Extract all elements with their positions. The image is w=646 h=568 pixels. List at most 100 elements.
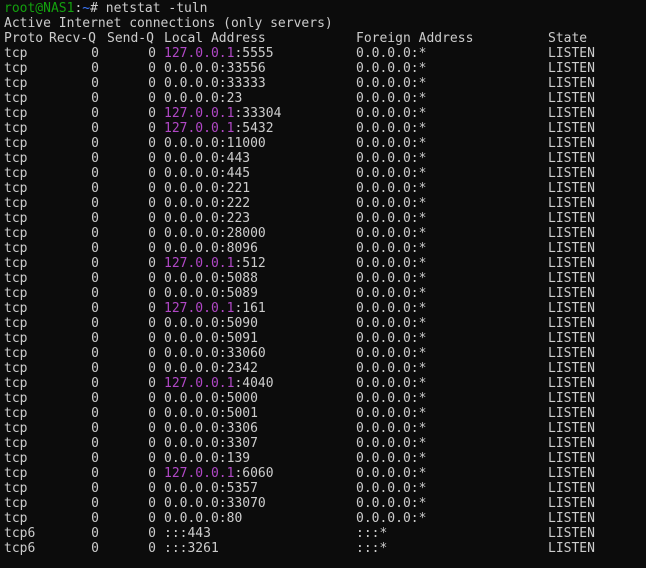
row-local-port: :443 xyxy=(218,151,251,166)
row-proto: tcp xyxy=(4,196,28,211)
row-state: LISTEN xyxy=(548,361,595,376)
row-foreign-address: 0.0.0.0:* xyxy=(356,256,427,271)
connection-row: tcp 0 0 127.0.0.1:512 0.0.0.0:* LISTEN xyxy=(0,256,646,271)
row-local-address: 0.0.0.0:33070 xyxy=(164,496,266,511)
row-state: LISTEN xyxy=(548,181,595,196)
row-recvq: 0 xyxy=(91,226,99,241)
row-local-port: :222 xyxy=(218,196,251,211)
row-state: LISTEN xyxy=(548,451,595,466)
row-local-address: 0.0.0.0:11000 xyxy=(164,136,266,151)
row-foreign-address: 0.0.0.0:* xyxy=(356,76,427,91)
row-state: LISTEN xyxy=(548,346,595,361)
row-local-ip: 0.0.0.0 xyxy=(164,331,219,346)
row-local-port: :5357 xyxy=(218,481,258,496)
row-proto: tcp xyxy=(4,256,28,271)
row-sendq: 0 xyxy=(148,316,156,331)
row-local-ip: 127.0.0.1 xyxy=(164,256,235,271)
row-proto: tcp xyxy=(4,61,28,76)
col-state: State xyxy=(548,31,588,46)
row-proto: tcp xyxy=(4,511,28,526)
row-state: LISTEN xyxy=(548,226,595,241)
connection-row: tcp 0 0 0.0.0.0:5001 0.0.0.0:* LISTEN xyxy=(0,406,646,421)
row-foreign-address: 0.0.0.0:* xyxy=(356,226,427,241)
row-state: LISTEN xyxy=(548,391,595,406)
row-proto: tcp xyxy=(4,166,28,181)
row-recvq: 0 xyxy=(91,301,99,316)
row-local-address: 0.0.0.0:223 xyxy=(164,211,250,226)
row-local-address: 0.0.0.0:221 xyxy=(164,181,250,196)
connection-row: tcp 0 0 0.0.0.0:5089 0.0.0.0:* LISTEN xyxy=(0,286,646,301)
row-foreign-address: 0.0.0.0:* xyxy=(356,451,427,466)
row-recvq: 0 xyxy=(91,241,99,256)
row-local-address: 0.0.0.0:443 xyxy=(164,151,250,166)
row-local-address: 0.0.0.0:5357 xyxy=(164,481,258,496)
row-local-port: :4040 xyxy=(234,376,274,391)
connection-row: tcp 0 0 0.0.0.0:445 0.0.0.0:* LISTEN xyxy=(0,166,646,181)
row-state: LISTEN xyxy=(548,106,595,121)
row-foreign-address: 0.0.0.0:* xyxy=(356,496,427,511)
row-proto: tcp xyxy=(4,391,28,406)
row-foreign-address: 0.0.0.0:* xyxy=(356,286,427,301)
column-header-row: Proto Recv-Q Send-Q Local Address Foreig… xyxy=(0,31,646,46)
row-state: LISTEN xyxy=(548,421,595,436)
row-state: LISTEN xyxy=(548,91,595,106)
row-foreign-address: 0.0.0.0:* xyxy=(356,151,427,166)
row-state: LISTEN xyxy=(548,166,595,181)
row-state: LISTEN xyxy=(548,256,595,271)
row-local-ip: ::: xyxy=(164,526,188,541)
row-recvq: 0 xyxy=(91,136,99,151)
row-proto: tcp xyxy=(4,301,28,316)
row-proto: tcp6 xyxy=(4,526,36,541)
row-local-address: 127.0.0.1:5432 xyxy=(164,121,274,136)
connection-row: tcp 0 0 0.0.0.0:23 0.0.0.0:* LISTEN xyxy=(0,91,646,106)
row-local-port: :5091 xyxy=(218,331,258,346)
row-local-port: :33556 xyxy=(218,61,266,76)
row-recvq: 0 xyxy=(91,331,99,346)
connection-row: tcp 0 0 127.0.0.1:33304 0.0.0.0:* LISTEN xyxy=(0,106,646,121)
row-local-ip: 0.0.0.0 xyxy=(164,346,219,361)
row-state: LISTEN xyxy=(548,301,595,316)
row-recvq: 0 xyxy=(91,151,99,166)
row-sendq: 0 xyxy=(148,541,156,556)
row-recvq: 0 xyxy=(91,286,99,301)
row-proto: tcp xyxy=(4,241,28,256)
row-recvq: 0 xyxy=(91,256,99,271)
row-sendq: 0 xyxy=(148,361,156,376)
row-foreign-address: 0.0.0.0:* xyxy=(356,121,427,136)
row-state: LISTEN xyxy=(548,241,595,256)
connection-row: tcp 0 0 0.0.0.0:5088 0.0.0.0:* LISTEN xyxy=(0,271,646,286)
prompt-symbol: # xyxy=(90,1,106,16)
connection-row: tcp 0 0 127.0.0.1:4040 0.0.0.0:* LISTEN xyxy=(0,376,646,391)
row-local-address: 0.0.0.0:5089 xyxy=(164,286,258,301)
row-proto: tcp xyxy=(4,286,28,301)
row-sendq: 0 xyxy=(148,166,156,181)
row-foreign-address: 0.0.0.0:* xyxy=(356,316,427,331)
row-sendq: 0 xyxy=(148,211,156,226)
row-local-address: 127.0.0.1:512 xyxy=(164,256,266,271)
connection-list: tcp 0 0 127.0.0.1:5555 0.0.0.0:* LISTEN tcp 0 0 0… xyxy=(0,46,646,556)
row-recvq: 0 xyxy=(91,541,99,556)
row-foreign-address: 0.0.0.0:* xyxy=(356,361,427,376)
row-recvq: 0 xyxy=(91,481,99,496)
row-recvq: 0 xyxy=(91,46,99,61)
row-recvq: 0 xyxy=(91,91,99,106)
row-sendq: 0 xyxy=(148,151,156,166)
row-proto: tcp6 xyxy=(4,541,36,556)
row-foreign-address: 0.0.0.0:* xyxy=(356,466,427,481)
row-sendq: 0 xyxy=(148,511,156,526)
row-local-address: 127.0.0.1:6060 xyxy=(164,466,274,481)
row-local-port: :11000 xyxy=(218,136,266,151)
connection-row: tcp 0 0 0.0.0.0:5091 0.0.0.0:* LISTEN xyxy=(0,331,646,346)
terminal-window[interactable]: root@NAS1:~# netstat -tuln Active Intern… xyxy=(0,0,646,568)
row-local-ip: 0.0.0.0 xyxy=(164,406,219,421)
row-recvq: 0 xyxy=(91,526,99,541)
row-local-address: 0.0.0.0:3307 xyxy=(164,436,258,451)
output-heading: Active Internet connections (only server… xyxy=(4,16,333,31)
row-state: LISTEN xyxy=(548,541,595,556)
row-local-address: 0.0.0.0:5001 xyxy=(164,406,258,421)
row-recvq: 0 xyxy=(91,496,99,511)
connection-row: tcp 0 0 127.0.0.1:5555 0.0.0.0:* LISTEN xyxy=(0,46,646,61)
row-recvq: 0 xyxy=(91,361,99,376)
row-sendq: 0 xyxy=(148,106,156,121)
col-local-address: Local Address xyxy=(164,31,266,46)
